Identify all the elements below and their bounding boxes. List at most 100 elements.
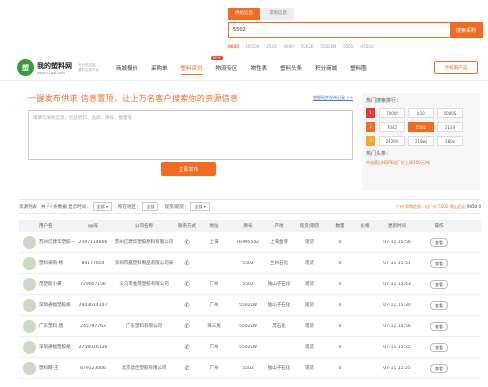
origin-cell: 独山子石化 — [267, 366, 291, 371]
hot-keyword[interactable]: H5502 — [360, 44, 373, 49]
rank-keyword[interactable]: 180s — [437, 136, 463, 146]
table-row: 广东塑料-唐 245797763 广东塑料有限公司 ✆ 珠三角 5502LW 茂石化 现货 0 0… — [19, 316, 481, 337]
time-select[interactable]: 全部 ▾ — [92, 202, 112, 211]
rank-keyword[interactable]: 7000f — [379, 108, 405, 118]
nav-item-headlines[interactable]: 塑料头条 — [280, 64, 302, 75]
phone-icon: ✆ — [184, 238, 190, 246]
company-cell: 广东塑料有限公司 — [126, 324, 162, 329]
phone-icon[interactable]: ✆ — [177, 281, 197, 288]
hot-keyword[interactable]: H5500 — [246, 44, 259, 49]
filter-bar: 资源列表 共 22 条数据 显示时间： 全部 ▾ 所在地区： 全部 现货/期货：… — [19, 199, 481, 214]
rank-keyword[interactable]: 2119 — [437, 122, 463, 132]
view-button[interactable]: 查看 — [430, 321, 448, 331]
hot-keyword[interactable]: 5505 — [343, 44, 353, 49]
main-nav: 商城报价 采购单 塑料资讯 NEW 物流专区 物性表 塑料头条 积分商城 塑料圈 — [116, 56, 380, 75]
publish-history-link[interactable]: 塑塑同步发布记录 >> — [313, 95, 353, 101]
time-select-value: 全部 — [96, 203, 105, 209]
nav-item-logistics[interactable]: 物流专区 — [216, 64, 238, 75]
price-notice[interactable]: 广州 求购信息：出厂价 5502 燕山石化 9450 0 — [396, 204, 481, 210]
logo-title: 我的塑料网 — [37, 61, 72, 70]
avatar — [23, 277, 36, 291]
tab-purchase[interactable]: 求购信息 — [262, 8, 294, 20]
phone-icon[interactable]: ✆ — [177, 260, 197, 267]
col-header-action: 操作 — [434, 224, 444, 229]
view-button[interactable]: 查看 — [430, 342, 448, 352]
count-suffix: 条数据 显示时间： — [53, 204, 91, 210]
avatar — [23, 235, 36, 249]
rank-keyword[interactable]: b10 — [408, 108, 434, 118]
quantity-cell: 0 — [338, 344, 342, 350]
view-button[interactable]: 查看 — [430, 237, 448, 247]
table-header: 用户名 qq号 公司名称 联系方式 地址 牌号 产地 现货/期货 数量 价格 更… — [19, 220, 481, 232]
hot-headline-link[interactable]: 中油燕山HDPE出厂价上调100元/吨 — [366, 160, 476, 166]
publish-panel: 一键发布供求 信息置顶，让上万名客户搜索你的资源信息 塑塑同步发布记录 >> 请… — [28, 93, 353, 190]
phone-icon: ✆ — [184, 322, 190, 330]
rank-keyword[interactable]: 7042 — [379, 122, 405, 132]
user-cell[interactable]: 深圳通福塑胶胡 — [19, 340, 75, 354]
logo-slogan-line-2: 塑料交易平台 — [78, 67, 99, 72]
col-header-origin: 产地 — [274, 224, 284, 229]
site-logo[interactable]: 塑 我的塑料网 www.51pla.com 专业供应链 塑料交易平台 — [17, 59, 99, 76]
action-cell: 查看 — [418, 342, 460, 352]
rank-keyword[interactable]: 2426h — [379, 136, 405, 146]
spot-futures-cell: 现货 — [305, 282, 314, 287]
publish-textarea[interactable]: 请填写采购信息，包括原料、品牌、牌号、数量等 — [28, 110, 353, 160]
hot-keyword[interactable]: 0035 — [228, 44, 239, 49]
area-select[interactable]: 全部 — [142, 202, 159, 211]
mobile-app-label: 手机看产品 — [444, 65, 468, 71]
nav-item-mall-quote[interactable]: 商城报价 — [116, 64, 138, 75]
table-row: 塑料网-王 879123066 北京昌佳塑胶有限公司 ✆ 广州 5502 独山子石化 现货 0 0… — [19, 358, 481, 379]
spot-futures-cell: 现货 — [305, 345, 314, 350]
nav-item-points-mall[interactable]: 积分商城 — [315, 64, 337, 75]
rank-keyword[interactable]: 218wj — [408, 136, 434, 146]
view-button[interactable]: 查看 — [430, 279, 448, 289]
hot-keyword[interactable]: 4900 — [284, 44, 294, 49]
phone-icon[interactable]: ✆ — [177, 239, 197, 246]
hot-keyword[interactable]: 5502E — [301, 44, 314, 49]
phone-icon: ✆ — [184, 301, 190, 309]
qq-cell: 2758016136 — [78, 344, 108, 350]
user-cell[interactable]: 广东塑料-唐 — [19, 319, 75, 333]
nav-item-purchase-order[interactable]: 采购单 — [151, 64, 168, 75]
phone-icon[interactable]: ✆ — [177, 323, 197, 330]
table-row: 深圳通福塑胶胡 2758016136 ✆ 广州 5502LW 现货 0 07-11 15:25… — [19, 337, 481, 358]
company-cell: 苏州亿建华塑胶原料有限公司 — [114, 240, 174, 245]
view-button[interactable]: 查看 — [430, 363, 448, 373]
mode-select-value: 全部 — [194, 203, 203, 209]
phone-icon[interactable]: ✆ — [177, 302, 197, 309]
user-cell[interactable]: 苏州亿建华塑胶—张 — [19, 235, 75, 249]
search-button[interactable]: 搜索采购 — [450, 23, 482, 37]
nav-item-plastic-info[interactable]: 塑料资讯 NEW — [180, 56, 223, 75]
view-button[interactable]: 查看 — [430, 300, 448, 310]
count-prefix: 共 — [41, 204, 46, 210]
rank-keyword[interactable]: 5000S — [437, 108, 463, 118]
quantity-cell: 0 — [338, 239, 342, 245]
phone-icon[interactable]: ✆ — [177, 365, 197, 372]
tab-supply[interactable]: 供给信息 — [228, 8, 260, 20]
quantity-cell: 0 — [338, 281, 342, 287]
phone-icon[interactable]: ✆ — [177, 344, 197, 351]
area-select-value: 全部 — [146, 203, 155, 209]
publish-button[interactable]: 立即发布 — [161, 162, 216, 176]
user-cell[interactable]: 茂塑胶小黄 — [19, 277, 75, 291]
hot-keyword[interactable]: 5502EN — [320, 44, 336, 49]
view-button[interactable]: 查看 — [430, 258, 448, 268]
avatar — [23, 340, 36, 354]
mode-select[interactable]: 全部 ▾ — [190, 202, 210, 211]
avatar — [23, 256, 36, 270]
search-input[interactable] — [229, 23, 450, 37]
rank-keyword-highlighted[interactable]: 5502 — [408, 122, 434, 132]
hot-keywords: 0035 H5500 2520 4900 5502E 5502EN 5505 H… — [228, 44, 483, 49]
origin-cell: 上海金菲 — [270, 240, 288, 245]
user-cell[interactable]: 塑料采购-杨 — [19, 256, 75, 270]
updated-cell: 07-11 15:43 — [383, 281, 411, 287]
hot-keyword[interactable]: 2520 — [266, 44, 276, 49]
new-badge: NEW — [210, 56, 223, 60]
spot-futures-cell: 现货 — [305, 303, 314, 308]
user-cell[interactable]: 塑料网-王 — [19, 361, 75, 375]
user-cell[interactable]: 深圳通福塑胶胡 — [19, 298, 75, 312]
nav-item-property-table[interactable]: 物性表 — [251, 64, 268, 75]
mobile-app-button[interactable]: 手机看产品 — [434, 61, 478, 74]
nav-item-plastic-circle[interactable]: 塑料圈 — [350, 64, 367, 75]
col-header-company: 公司名称 — [135, 224, 153, 229]
